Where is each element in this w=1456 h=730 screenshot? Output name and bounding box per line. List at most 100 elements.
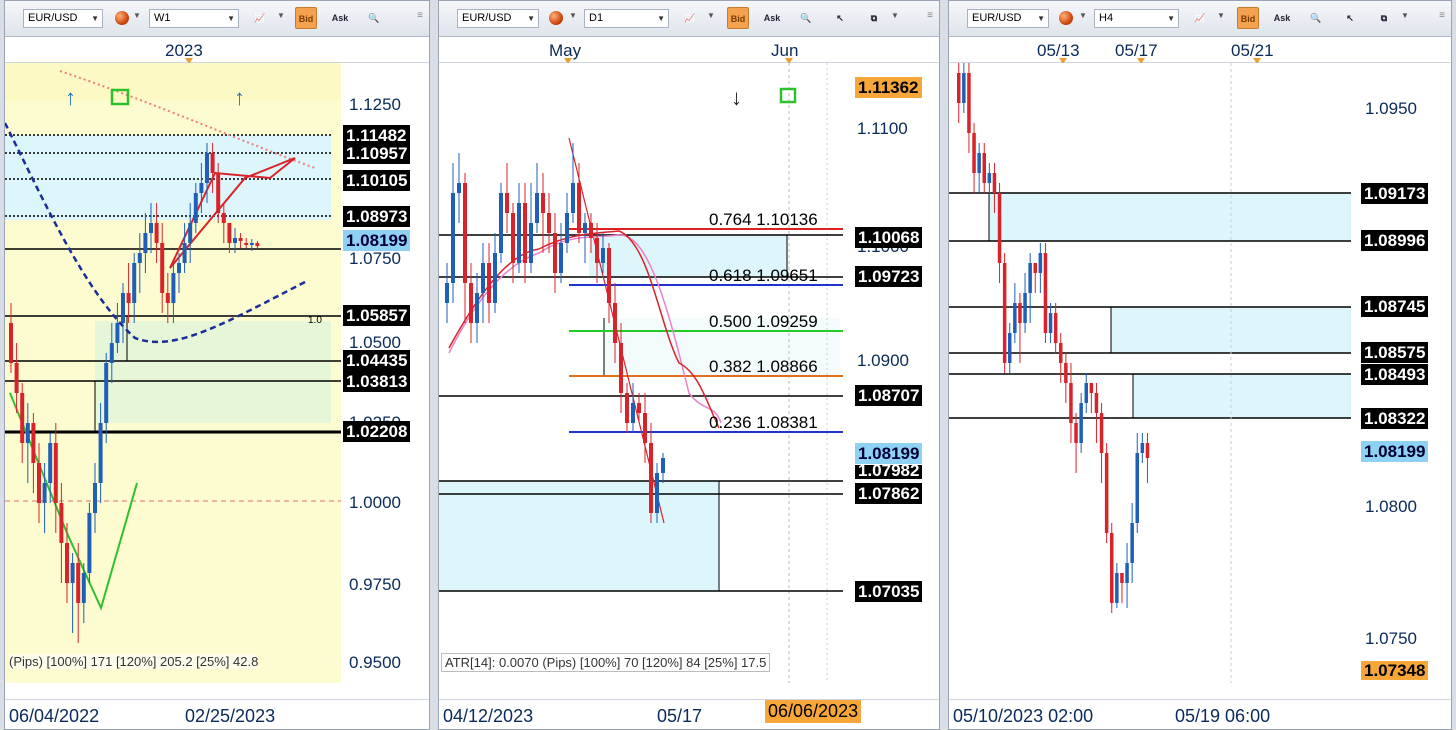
- candle: [1059, 343, 1063, 363]
- chart-type-icon[interactable]: 📈: [679, 7, 701, 29]
- chart-window-w1[interactable]: EUR/USD ▼ ▼ W1 ▼ 📈 ▼ Bid Ask 🔍 ≡ 2023 ↑ ↑ …: [4, 0, 430, 730]
- chart-plot[interactable]: ↑ ↑ 1.0: [5, 63, 341, 683]
- candle: [1053, 313, 1058, 343]
- date-label: 06/04/2022: [9, 706, 100, 726]
- chart-window-h4[interactable]: EUR/USD ▼ ▼ H4 ▼ 📈 ▼ Bid Ask 🔍 ↖ ⧉ ▼ ≡ 05/…: [948, 0, 1452, 730]
- time-header: 05/13 05/17 05/21: [949, 37, 1451, 64]
- candle: [457, 183, 461, 193]
- chevron-down-icon[interactable]: ▼: [133, 11, 141, 20]
- chevron-down-icon: ▼: [527, 14, 535, 23]
- candle: [20, 393, 25, 443]
- price-box: 1.09723: [855, 266, 923, 287]
- chevron-down-icon[interactable]: ▼: [707, 11, 715, 20]
- candle: [992, 173, 997, 193]
- cursor-icon[interactable]: ↖: [1339, 7, 1361, 29]
- symbol-value: EUR/USD: [28, 12, 78, 24]
- candle: [1099, 413, 1104, 453]
- chevron-down-icon[interactable]: ▼: [569, 11, 577, 20]
- indicator-icon[interactable]: ⧉: [863, 7, 885, 29]
- timeframe-select[interactable]: D1 ▼: [584, 9, 669, 28]
- candle: [1069, 383, 1073, 423]
- timeframe-select[interactable]: W1 ▼: [149, 9, 239, 28]
- current-price-box: 1.08199: [1361, 441, 1429, 462]
- candle: [171, 273, 176, 303]
- symbol-select[interactable]: EUR/USD ▼: [457, 9, 539, 28]
- timeframe-value: D1: [589, 12, 604, 24]
- svg-text:0.764 1.10136: 0.764 1.10136: [709, 210, 818, 229]
- current-price-box: 1.08199: [855, 443, 923, 464]
- atr-readout: (Pips) [100%] 171 [120%] 205.2 [25%] 42.…: [9, 654, 259, 669]
- chart-ball-icon[interactable]: [549, 11, 563, 25]
- candle: [233, 238, 237, 243]
- symbol-select[interactable]: EUR/USD ▼: [23, 9, 103, 28]
- chevron-down-icon[interactable]: ▼: [1079, 11, 1087, 20]
- chart-type-icon[interactable]: 📈: [1189, 7, 1211, 29]
- candle: [595, 238, 599, 263]
- menu-icon[interactable]: ≡: [927, 10, 933, 21]
- candle: [463, 183, 467, 283]
- candle: [1048, 313, 1053, 333]
- candle: [1110, 533, 1114, 603]
- chevron-down-icon[interactable]: ▼: [1217, 11, 1225, 20]
- candle: [1033, 263, 1037, 273]
- price-box: 1.10068: [855, 227, 923, 248]
- indicator-icon[interactable]: ⧉: [1373, 7, 1395, 29]
- candle: [529, 223, 533, 263]
- bid-button[interactable]: Bid: [1237, 7, 1259, 29]
- chevron-down-icon[interactable]: ▼: [277, 11, 285, 20]
- zoom-icon[interactable]: 🔍: [1305, 7, 1327, 29]
- price-box: 1.05857: [343, 305, 411, 326]
- candle: [255, 243, 260, 246]
- menu-icon[interactable]: ≡: [1439, 10, 1445, 21]
- chart-ball-icon[interactable]: [1059, 11, 1073, 25]
- candle: [14, 363, 19, 393]
- bid-button[interactable]: Bid: [295, 7, 317, 29]
- chart-plot[interactable]: ↓ 0.764 1.10136 0.618 1.09651 0.500 1.09…: [439, 63, 843, 683]
- candle: [1018, 303, 1022, 323]
- price-axis[interactable]: 1.0950 1.0800 1.0750 1.09173 1.08996 1.0…: [1353, 63, 1451, 693]
- chart-ball-icon[interactable]: [115, 11, 129, 25]
- candle: [619, 343, 623, 393]
- date-axis: 04/12/2023 05/17 06/06/2023: [439, 699, 939, 729]
- candle: [625, 393, 629, 423]
- price-box: 1.02208: [343, 421, 411, 442]
- candle: [98, 423, 103, 483]
- symbol-value: EUR/USD: [972, 12, 1022, 24]
- cursor-icon[interactable]: ↖: [829, 7, 851, 29]
- chart-type-icon[interactable]: 📈: [249, 7, 271, 29]
- candle: [177, 263, 181, 273]
- chevron-down-icon[interactable]: ▼: [1401, 11, 1409, 20]
- candle: [661, 458, 665, 473]
- candle: [1104, 453, 1109, 533]
- zoom-icon[interactable]: 🔍: [795, 7, 817, 29]
- candle: [1084, 383, 1088, 403]
- zoom-icon[interactable]: 🔍: [363, 7, 385, 29]
- candle: [137, 253, 142, 263]
- candle: [541, 193, 545, 213]
- chart-plot[interactable]: [949, 63, 1351, 683]
- timeframe-select[interactable]: H4 ▼: [1094, 9, 1179, 28]
- price-axis[interactable]: 1.1250 1.0750 1.0500 1.0250 1.0000 0.975…: [341, 63, 429, 693]
- candle: [1125, 563, 1129, 583]
- candle: [565, 213, 569, 243]
- bid-button[interactable]: Bid: [727, 7, 749, 29]
- menu-icon[interactable]: ≡: [417, 10, 423, 21]
- candle: [1145, 443, 1150, 458]
- chevron-down-icon[interactable]: ▼: [891, 11, 899, 20]
- candle: [613, 303, 617, 343]
- candle: [210, 153, 215, 173]
- candle: [182, 243, 187, 263]
- candle: [143, 233, 148, 253]
- symbol-select[interactable]: EUR/USD ▼: [967, 9, 1049, 28]
- candle: [631, 403, 635, 423]
- ask-button[interactable]: Ask: [761, 7, 783, 29]
- ask-button[interactable]: Ask: [1271, 7, 1293, 29]
- chart-window-d1[interactable]: EUR/USD ▼ ▼ D1 ▼ 📈 ▼ Bid Ask 🔍 ↖ ⧉ ▼ ≡ May…: [438, 0, 940, 730]
- candle: [481, 263, 485, 293]
- price-box: 1.07348: [1361, 661, 1429, 680]
- ask-button[interactable]: Ask: [329, 7, 351, 29]
- candle: [1064, 363, 1068, 383]
- axis-label: 1.0950: [1365, 99, 1417, 118]
- price-axis[interactable]: 1.1100 1.1000 1.0900 1.11362 1.10068 1.0…: [845, 63, 939, 693]
- axis-label: 1.0000: [349, 493, 401, 512]
